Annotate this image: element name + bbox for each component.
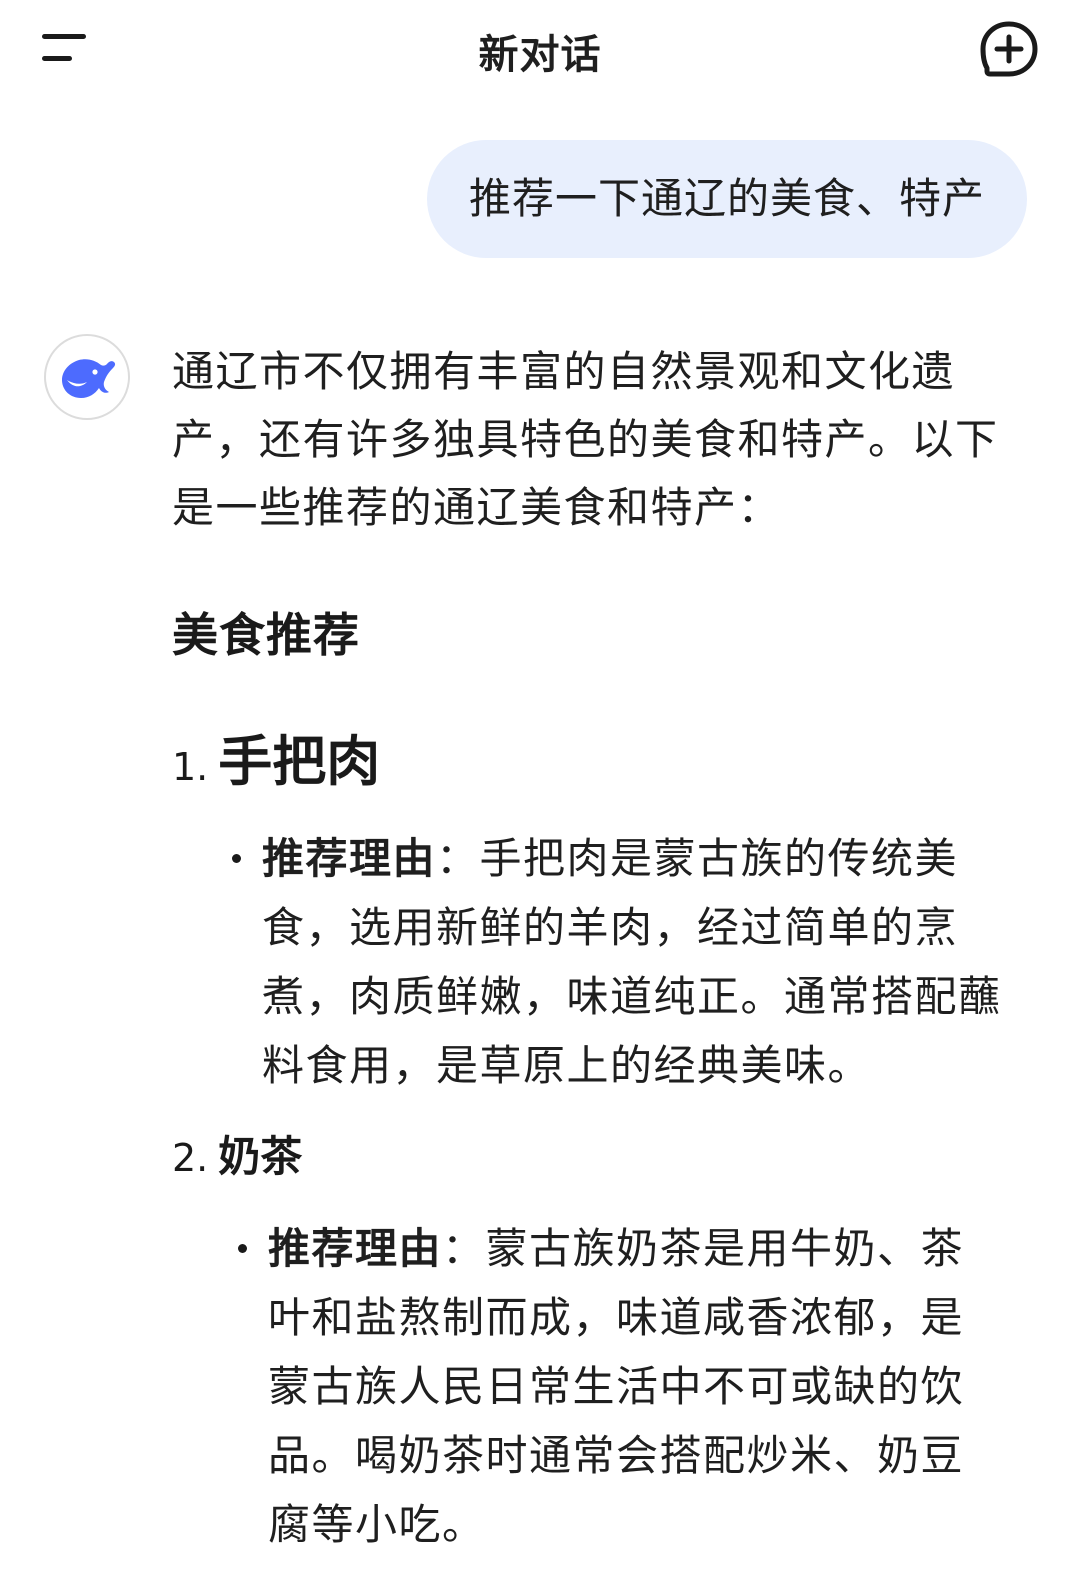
page-title: 新对话 — [478, 32, 602, 78]
user-message-bubble[interactable]: 推荐一下通辽的美食、特产 — [426, 140, 1027, 258]
list-item-title: 2. 奶茶 — [172, 1126, 1032, 1188]
whale-logo-icon — [62, 359, 116, 398]
list-item-bullet: 推荐理由：蒙古族奶茶是用牛奶、茶叶和盐熬制而成，味道咸香浓郁，是蒙古族人民日常生… — [172, 1214, 978, 1559]
bullet-label: 推荐理由 — [262, 834, 437, 883]
list-item-title: 1. 手把肉 — [172, 726, 1032, 798]
list-item-number: 1. — [172, 745, 209, 789]
top-bar: 新对话 — [0, 0, 1080, 100]
assistant-intro: 通辽市不仅拥有丰富的自然景观和文化遗产，还有许多独具特色的美食和特产。以下是一些… — [172, 347, 999, 532]
list-item-number: 2. — [172, 1136, 209, 1180]
list-item-bullet: 推荐理由：手把肉是蒙古族的传统美食，选用新鲜的羊肉，经过简单的烹煮，肉质鲜嫩，味… — [172, 824, 1032, 1100]
section-heading: 美食推荐 — [172, 608, 360, 662]
bullet-dot-icon — [238, 1244, 247, 1253]
assistant-avatar — [44, 334, 130, 420]
list-item-name: 奶茶 — [218, 1132, 303, 1181]
list-item-name: 手把肉 — [218, 730, 381, 793]
assistant-message: 通辽市不仅拥有丰富的自然景观和文化遗产，还有许多独具特色的美食和特产。以下是一些… — [172, 338, 1032, 1559]
bullet-dot-icon — [232, 854, 241, 863]
bullet-label: 推荐理由 — [268, 1224, 443, 1273]
new-chat-plus-icon[interactable] — [976, 18, 1042, 84]
